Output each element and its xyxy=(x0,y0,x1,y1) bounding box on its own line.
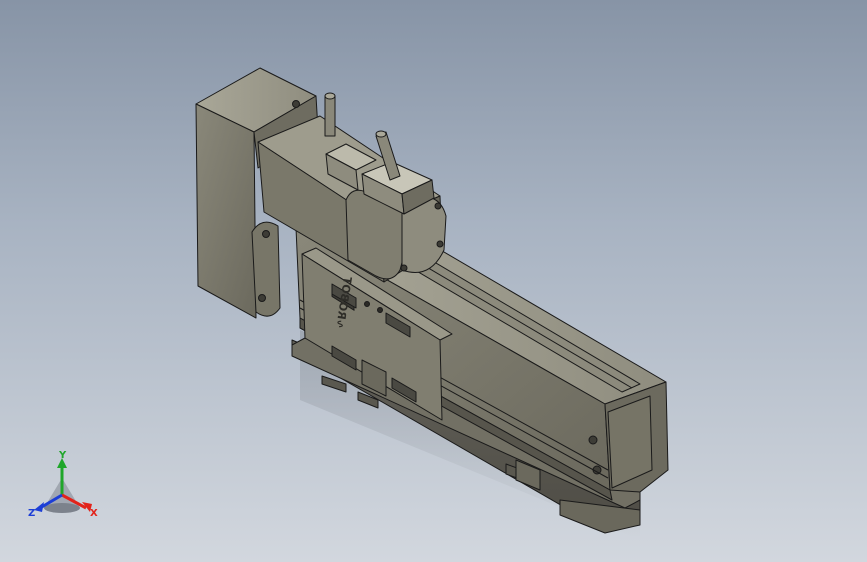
housing-bolt-1 xyxy=(292,100,300,108)
flange-bolt-2 xyxy=(436,240,444,248)
triad-cone-base xyxy=(44,503,80,513)
flange-bolt-1 xyxy=(434,202,442,210)
triad-y-label: Y xyxy=(58,450,67,461)
triad-z-label: Z xyxy=(28,508,35,519)
connector-pin-2-cap xyxy=(375,130,387,138)
bracket-bolt-1 xyxy=(262,230,270,238)
carriage-hole-1 xyxy=(364,301,370,307)
cad-model-view[interactable]: ∿ROBOT Y X Z xyxy=(0,0,867,562)
connector-pin-1 xyxy=(324,95,336,137)
connector-pin-1-cap xyxy=(324,92,336,100)
graphics-viewport[interactable]: ∿ROBOT Y X Z xyxy=(0,0,867,562)
end-cap-bolt-1 xyxy=(588,435,598,445)
view-orientation-triad[interactable]: Y X Z xyxy=(28,450,98,519)
motor-housing-front xyxy=(195,103,257,319)
carriage-hole-2 xyxy=(377,307,383,313)
triad-x-label: X xyxy=(90,508,98,519)
bracket-bolt-2 xyxy=(258,294,266,302)
triad-z-arrow xyxy=(34,502,44,512)
linear-actuator-model[interactable]: ∿ROBOT xyxy=(195,67,669,534)
flange-bolt-3 xyxy=(400,264,408,272)
